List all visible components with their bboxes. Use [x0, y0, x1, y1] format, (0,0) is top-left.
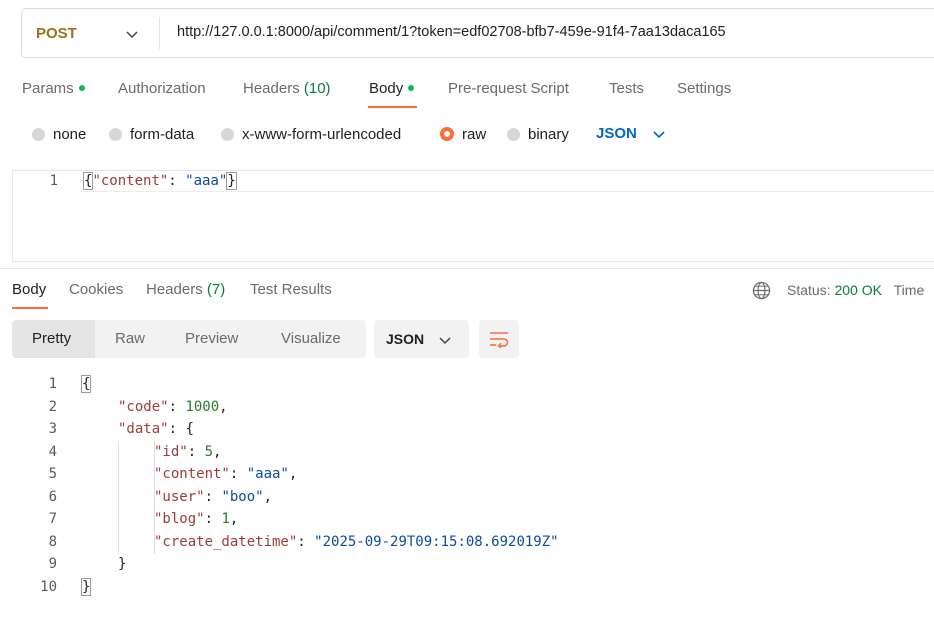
radio-icon — [32, 127, 45, 141]
radio-none[interactable]: none — [32, 126, 86, 143]
line-number: 3 — [48, 421, 57, 437]
radio-raw[interactable]: raw — [440, 126, 486, 143]
response-line: "content": "aaa", — [154, 466, 298, 482]
wrap-lines-icon — [490, 332, 509, 348]
request-body-code[interactable]: {"content": "aaa"} — [82, 172, 237, 190]
response-line: "id": 5, — [154, 444, 222, 460]
url-bar: POST http://127.0.0.1:8000/api/comment/1… — [21, 8, 934, 58]
response-format-label: JSON — [386, 331, 425, 347]
line-number: 9 — [48, 556, 57, 572]
body-format-select[interactable]: JSON — [596, 125, 637, 142]
response-line: } — [80, 578, 92, 596]
response-line: "blog": 1, — [154, 511, 239, 527]
chevron-down-icon[interactable] — [125, 27, 139, 41]
response-tab-test-results[interactable]: Test Results — [250, 281, 332, 298]
chevron-down-icon[interactable] — [438, 333, 452, 347]
response-tab-body[interactable]: Body — [12, 281, 46, 298]
active-tab-underline — [368, 106, 417, 108]
line-number: 1 — [49, 173, 58, 189]
line-number: 6 — [48, 489, 57, 505]
tab-pre-request-script[interactable]: Pre-request Script — [448, 80, 569, 97]
line-number: 10 — [40, 579, 57, 595]
response-line: } — [118, 556, 127, 572]
body-indicator-dot — [408, 85, 415, 92]
response-headers-count: (7) — [206, 281, 226, 298]
radio-urlencoded[interactable]: x-www-form-urlencoded — [221, 126, 401, 143]
params-indicator-dot — [78, 85, 85, 92]
line-number: 2 — [48, 399, 57, 415]
view-visualize[interactable]: Visualize — [281, 330, 341, 347]
response-line: "code": 1000, — [118, 399, 228, 415]
tab-authorization[interactable]: Authorization — [118, 80, 206, 97]
view-preview[interactable]: Preview — [185, 330, 238, 347]
active-response-tab-underline — [12, 307, 48, 309]
url-input[interactable]: http://127.0.0.1:8000/api/comment/1?toke… — [177, 24, 726, 40]
response-line: "user": "boo", — [154, 489, 273, 505]
tab-headers[interactable]: Headers (10) — [243, 80, 331, 97]
response-line: { — [80, 375, 92, 393]
radio-selected-icon — [440, 127, 454, 142]
line-number: 1 — [48, 376, 57, 392]
headers-count: (10) — [303, 80, 331, 97]
response-status: Status: 200 OK Time — [787, 282, 925, 298]
line-number: 7 — [48, 511, 57, 527]
line-number: 5 — [48, 466, 57, 482]
line-number: 4 — [48, 444, 57, 460]
status-code[interactable]: 200 OK — [834, 282, 881, 298]
url-divider — [159, 17, 160, 49]
indent-guide — [118, 441, 119, 554]
response-line: "create_datetime": "2025-09-29T09:15:08.… — [154, 534, 559, 550]
tab-body[interactable]: Body — [369, 80, 415, 97]
tab-tests[interactable]: Tests — [609, 80, 644, 97]
chevron-down-icon[interactable] — [652, 127, 666, 141]
radio-icon — [221, 127, 234, 141]
response-time[interactable]: Time — [894, 282, 925, 298]
wrap-lines-button[interactable] — [479, 320, 519, 358]
radio-icon — [507, 127, 520, 141]
radio-binary[interactable]: binary — [507, 126, 569, 143]
radio-form-data[interactable]: form-data — [109, 126, 194, 143]
response-tab-headers[interactable]: Headers (7) — [146, 281, 225, 298]
response-tab-cookies[interactable]: Cookies — [69, 281, 123, 298]
tab-params[interactable]: Params — [22, 80, 85, 97]
globe-icon[interactable] — [752, 281, 771, 300]
response-line: "data": { — [118, 421, 194, 437]
pane-divider[interactable] — [0, 268, 934, 269]
tab-settings[interactable]: Settings — [677, 80, 731, 97]
method-select[interactable]: POST — [36, 25, 77, 42]
view-pretty[interactable]: Pretty — [32, 330, 71, 347]
line-number: 8 — [48, 534, 57, 550]
radio-icon — [109, 127, 122, 141]
view-raw[interactable]: Raw — [115, 330, 145, 347]
